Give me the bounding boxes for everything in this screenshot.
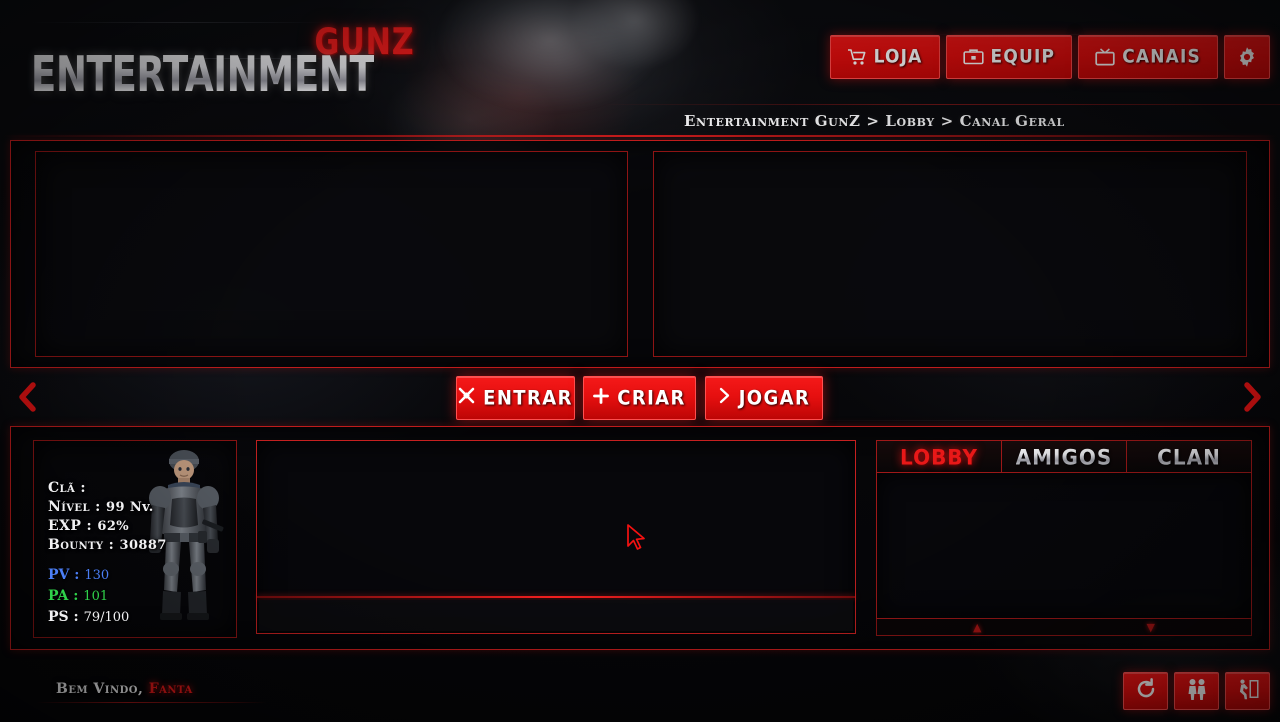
enter-room-button[interactable]: ENTRAR: [456, 376, 575, 420]
player-pv-value: 130: [84, 568, 110, 583]
create-room-button[interactable]: CRIAR: [583, 376, 696, 420]
television-icon: [1095, 48, 1115, 66]
refresh-icon: [1135, 677, 1157, 705]
welcome-message: Bem Vindo, Fanta: [56, 681, 193, 697]
shopping-cart-icon: [847, 48, 867, 66]
tab-lobby-label: LOBBY: [900, 443, 978, 470]
settings-button[interactable]: [1224, 35, 1270, 79]
welcome-prefix: Bem Vindo,: [56, 681, 144, 697]
breadcrumb-bar: Entertainment GunZ > Lobby > Canal Geral: [0, 104, 1280, 138]
welcome-underline: [36, 702, 266, 703]
tab-clan-label: CLAN: [1157, 443, 1221, 470]
player-pa-label: PA: [48, 588, 69, 604]
tab-amigos[interactable]: AMIGOS: [1002, 440, 1127, 473]
exit-button[interactable]: [1225, 672, 1270, 710]
create-room-label: CRIAR: [617, 386, 686, 410]
player-stat-row: Nível : 99 Nv.: [48, 498, 167, 517]
play-label: JOGAR: [738, 386, 811, 410]
room-list-panel-right[interactable]: [653, 151, 1247, 357]
player-vital-ps: PS : 79/100: [48, 609, 130, 625]
logo-entertainment-text: ENTERTAINMENT: [30, 46, 375, 104]
bottom-action-bar: [1123, 672, 1270, 710]
enter-room-label: ENTRAR: [483, 386, 573, 410]
player-stat-row: Bounty : 30887: [48, 536, 167, 555]
player-level-label: Nível :: [48, 499, 101, 515]
toolbox-icon: [962, 48, 984, 66]
nav-button-loja-label: LOJA: [873, 46, 923, 68]
tab-amigos-label: AMIGOS: [1015, 443, 1113, 470]
top-navigation: LOJA EQUIP CANAIS: [829, 35, 1270, 79]
player-exp-value: 62%: [97, 519, 130, 534]
player-clan-label: Clã :: [48, 480, 86, 496]
breadcrumb: Entertainment GunZ > Lobby > Canal Geral: [684, 112, 1065, 130]
breadcrumb-divider: [600, 104, 1280, 105]
player-vital-pv: PV : 130: [48, 567, 110, 583]
player-vitals: PV : 130 PA : 101 PS : 79/100: [48, 565, 129, 628]
player-bounty-value: 30887: [119, 538, 167, 553]
social-tabs: LOBBY AMIGOS CLAN: [876, 440, 1252, 473]
game-lobby-window: GUNZ ENTERTAINMENT LOJA EQUIP CANAIS Ent…: [0, 0, 1280, 722]
gear-icon: [1235, 45, 1259, 69]
nav-button-equip[interactable]: EQUIP: [945, 35, 1073, 79]
player-bounty-label: Bounty :: [48, 537, 115, 553]
chat-message-log[interactable]: [257, 441, 855, 596]
social-panel: LOBBY AMIGOS CLAN ▲ ▼: [876, 440, 1252, 636]
room-list-panel-left[interactable]: [35, 151, 628, 357]
app-logo: GUNZ ENTERTAINMENT: [18, 21, 418, 104]
play-button[interactable]: JOGAR: [705, 376, 823, 420]
plus-icon: [593, 387, 610, 409]
social-scrollbar[interactable]: ▲ ▼: [876, 619, 1252, 636]
nav-button-canais-label: CANAIS: [1122, 46, 1201, 68]
friends-icon: [1185, 678, 1209, 705]
player-exp-label: EXP :: [48, 518, 93, 534]
room-list-frame: [10, 140, 1270, 368]
player-stat-row: EXP : 62%: [48, 517, 167, 536]
tab-lobby[interactable]: LOBBY: [876, 440, 1002, 473]
chevron-right-icon: [1242, 381, 1264, 417]
friends-button[interactable]: [1174, 672, 1219, 710]
nav-button-canais[interactable]: CANAIS: [1078, 35, 1218, 79]
chat-input[interactable]: [259, 600, 853, 631]
exit-door-icon: [1236, 678, 1260, 705]
player-stats-primary: Clã : Nível : 99 Nv. EXP : 62% Bounty : …: [48, 479, 167, 555]
player-ps-label: PS: [48, 609, 69, 625]
chat-panel: [256, 440, 856, 634]
player-ps-value: 79/100: [83, 610, 130, 625]
player-pv-label: PV: [48, 567, 70, 583]
player-pa-value: 101: [83, 589, 109, 604]
player-vital-pa: PA : 101: [48, 588, 109, 604]
chat-divider: [257, 596, 855, 598]
chevron-right-icon: [718, 387, 731, 409]
refresh-button[interactable]: [1123, 672, 1168, 710]
tab-clan[interactable]: CLAN: [1127, 440, 1252, 473]
action-button-row: ENTRAR CRIAR JOGAR: [0, 376, 1280, 420]
player-level-value: 99 Nv.: [106, 500, 154, 515]
current-username: Fanta: [148, 681, 193, 697]
cross-swords-icon: [458, 387, 475, 409]
nav-button-equip-label: EQUIP: [990, 46, 1056, 68]
scroll-up-icon[interactable]: ▲: [973, 622, 981, 633]
nav-button-loja[interactable]: LOJA: [829, 35, 940, 79]
scroll-down-icon[interactable]: ▼: [1147, 622, 1155, 633]
next-page-button[interactable]: [1230, 376, 1276, 422]
player-stat-row: Clã :: [48, 479, 167, 498]
player-info-card: Clã : Nível : 99 Nv. EXP : 62% Bounty : …: [33, 440, 237, 638]
social-list[interactable]: [876, 473, 1252, 619]
